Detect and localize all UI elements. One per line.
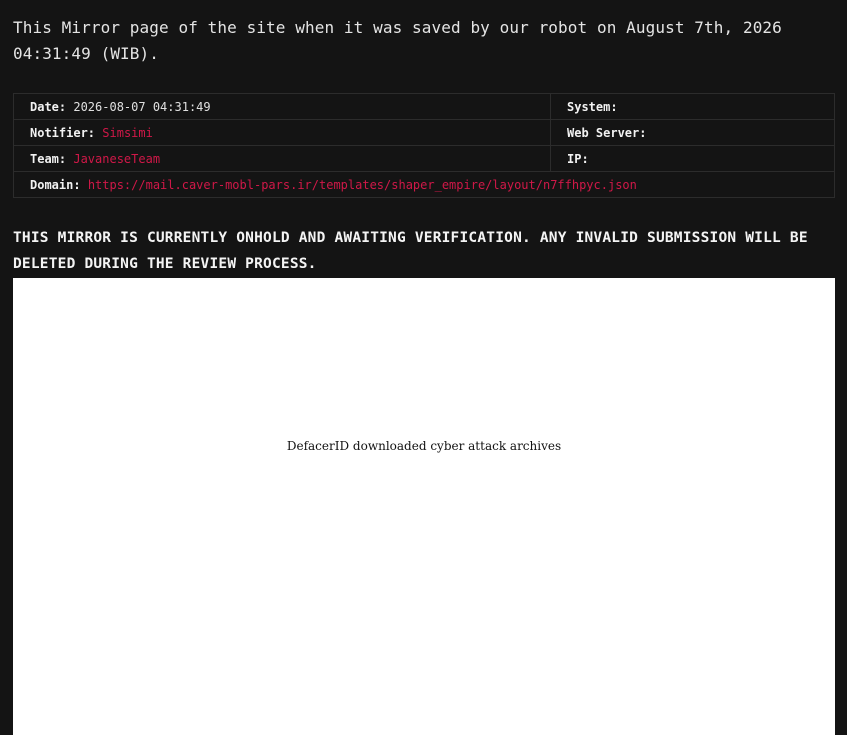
mirror-intro-text: This Mirror page of the site when it was…: [13, 18, 782, 63]
notifier-label: Notifier:: [30, 125, 96, 140]
info-cell-system: System:: [550, 93, 835, 120]
mirror-frame-text: DefacerID downloaded cyber attack archiv…: [286, 439, 562, 453]
web-server-label: Web Server:: [567, 125, 647, 140]
ip-label: IP:: [567, 151, 589, 166]
info-row-team: Team: JavaneseTeam IP:: [13, 145, 835, 172]
info-row-domain: Domain: https://mail.caver-mobl-pars.ir/…: [13, 171, 835, 198]
mirror-frame[interactable]: DefacerID downloaded cyber attack archiv…: [13, 278, 835, 735]
verification-notice: THIS MIRROR IS CURRENTLY ONHOLD AND AWAI…: [13, 230, 808, 272]
info-row-notifier: Notifier: Simsimi Web Server:: [13, 119, 835, 146]
mirror-info-table: Date: 2026-08-07 04:31:49 System: Notifi…: [13, 93, 835, 198]
info-cell-domain: Domain: https://mail.caver-mobl-pars.ir/…: [13, 171, 835, 198]
date-value: 2026-08-07 04:31:49: [73, 99, 211, 114]
domain-label: Domain:: [30, 177, 81, 192]
notifier-link[interactable]: Simsimi: [102, 126, 153, 140]
info-cell-team: Team: JavaneseTeam: [13, 145, 551, 172]
team-label: Team:: [30, 151, 67, 166]
info-cell-ip: IP:: [550, 145, 835, 172]
info-cell-date: Date: 2026-08-07 04:31:49: [13, 93, 551, 120]
info-cell-notifier: Notifier: Simsimi: [13, 119, 551, 146]
info-cell-web-server: Web Server:: [550, 119, 835, 146]
date-label: Date:: [30, 99, 67, 114]
team-link[interactable]: JavaneseTeam: [73, 152, 160, 166]
domain-link[interactable]: https://mail.caver-mobl-pars.ir/template…: [88, 178, 637, 192]
info-row-date: Date: 2026-08-07 04:31:49 System:: [13, 93, 835, 120]
system-label: System:: [567, 99, 618, 114]
